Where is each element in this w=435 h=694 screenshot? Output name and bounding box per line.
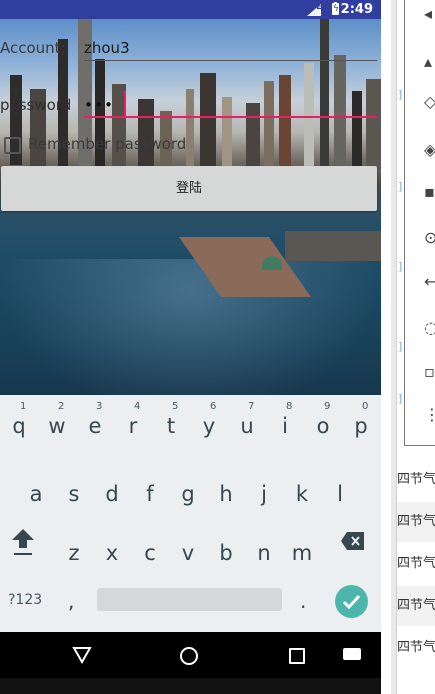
- key-q[interactable]: 1q: [0, 395, 38, 447]
- ide-toolbar-icon[interactable]: ◇: [424, 92, 435, 111]
- shift-key[interactable]: [10, 527, 36, 557]
- phone-screen: LTE ϟ 2:49 Account: password: [0, 0, 381, 694]
- key-i[interactable]: 8i: [266, 395, 304, 447]
- list-item: 四节气: [397, 586, 435, 626]
- ide-toolbar-icon[interactable]: ⋮: [424, 405, 435, 424]
- bracket-mark-icon: ]: [398, 340, 403, 353]
- remember-label[interactable]: Remember password: [28, 135, 186, 153]
- period-key[interactable]: .: [300, 589, 306, 613]
- key-k[interactable]: k: [283, 463, 321, 515]
- text-cursor: [124, 91, 126, 117]
- password-label: password: [0, 96, 72, 114]
- symbols-key[interactable]: ?123: [8, 592, 42, 608]
- key-r[interactable]: 4r: [114, 395, 152, 447]
- key-v[interactable]: v: [169, 522, 207, 574]
- remember-checkbox[interactable]: [4, 137, 21, 154]
- bracket-mark-icon: ]: [398, 392, 403, 405]
- ide-toolbar-icon[interactable]: ▫: [424, 362, 435, 381]
- charging-icon: ϟ: [333, 4, 339, 14]
- soft-keyboard: 1q 2w 3e 4r 5t 6y 7u 8i 9o 0p a s d f g …: [0, 395, 381, 632]
- enter-key[interactable]: [335, 585, 368, 618]
- password-underline: [84, 116, 377, 118]
- key-a[interactable]: a: [17, 463, 55, 515]
- pier-dome: [262, 256, 282, 270]
- ide-toolbar-icon[interactable]: ←: [424, 272, 435, 291]
- comma-key[interactable]: ,: [68, 589, 74, 613]
- key-c[interactable]: c: [131, 522, 169, 574]
- bracket-mark-icon: ]: [398, 260, 403, 273]
- key-y[interactable]: 6y: [190, 395, 228, 447]
- ide-toolbar-icon[interactable]: ▴: [424, 52, 432, 71]
- sea-highlight: [0, 259, 381, 414]
- backspace-key[interactable]: [340, 530, 366, 552]
- key-j[interactable]: j: [245, 463, 283, 515]
- key-d[interactable]: d: [93, 463, 131, 515]
- key-f[interactable]: f: [131, 463, 169, 515]
- key-w[interactable]: 2w: [38, 395, 76, 447]
- account-underline: [84, 60, 377, 61]
- backspace-icon: [341, 532, 364, 550]
- list-item: 四节气: [397, 502, 435, 542]
- status-time: 2:49: [340, 2, 373, 17]
- list-item: 四节气: [397, 640, 435, 655]
- key-b[interactable]: b: [207, 522, 245, 574]
- list-item: 四节气: [397, 556, 435, 571]
- space-key[interactable]: [97, 588, 282, 611]
- list-item: 四节气: [397, 472, 435, 487]
- account-label: Account:: [0, 39, 66, 57]
- password-input[interactable]: [84, 93, 364, 117]
- bracket-mark-icon: ]: [398, 180, 403, 193]
- key-m[interactable]: m: [283, 522, 321, 574]
- login-button[interactable]: 登陆: [1, 166, 377, 211]
- key-n[interactable]: n: [245, 522, 283, 574]
- navigation-bar: [0, 632, 381, 678]
- key-p[interactable]: 0p: [342, 395, 380, 447]
- key-e[interactable]: 3e: [76, 395, 114, 447]
- bottom-bezel: [0, 678, 381, 694]
- bracket-mark-icon: ]: [398, 88, 403, 101]
- ide-toolbar-icon[interactable]: ◈: [424, 140, 435, 159]
- ide-toolbar-icon[interactable]: ◂: [424, 4, 432, 23]
- key-g[interactable]: g: [169, 463, 207, 515]
- key-u[interactable]: 7u: [228, 395, 266, 447]
- home-circle-icon[interactable]: [180, 647, 198, 665]
- recent-square-icon[interactable]: [289, 648, 305, 664]
- key-t[interactable]: 5t: [152, 395, 190, 447]
- key-o[interactable]: 9o: [304, 395, 342, 447]
- key-l[interactable]: l: [321, 463, 359, 515]
- check-icon: [342, 594, 361, 610]
- lte-badge: LTE: [307, 2, 322, 11]
- status-bar: LTE ϟ 2:49: [0, 0, 381, 19]
- ide-toolbar-icon[interactable]: ◌: [424, 318, 435, 337]
- keyboard-icon[interactable]: [343, 648, 361, 660]
- key-x[interactable]: x: [93, 522, 131, 574]
- ide-toolbar-icon[interactable]: ⊙: [424, 228, 435, 247]
- account-input[interactable]: [84, 36, 377, 60]
- dock-structure: [285, 231, 381, 261]
- ide-toolbar-icon[interactable]: ▪: [424, 182, 435, 201]
- key-s[interactable]: s: [55, 463, 93, 515]
- key-h[interactable]: h: [207, 463, 245, 515]
- back-triangle-icon[interactable]: [72, 646, 92, 664]
- key-z[interactable]: z: [55, 522, 93, 574]
- shift-icon: [12, 529, 34, 548]
